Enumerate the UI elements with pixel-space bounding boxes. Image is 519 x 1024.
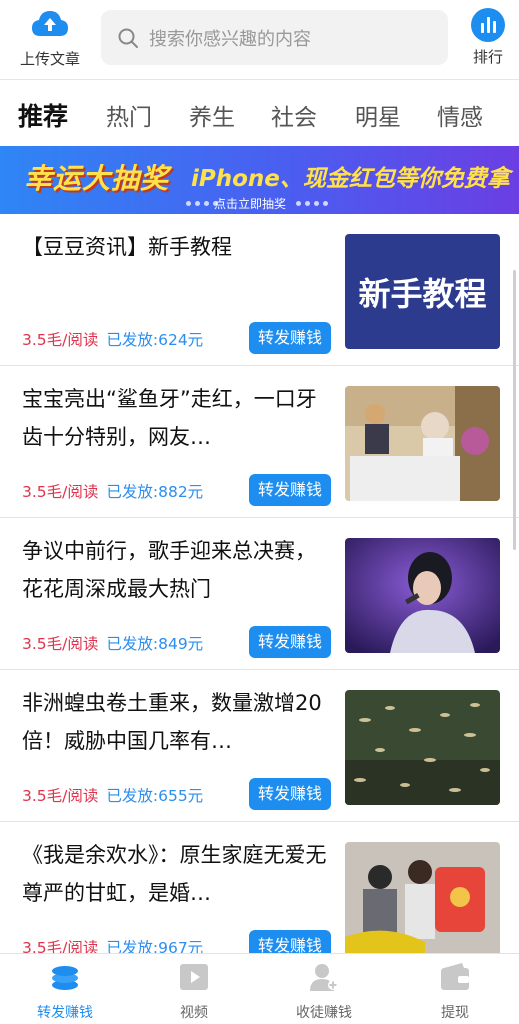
banner-subtitle: iPhone、现金红包等你免费拿 xyxy=(191,166,510,192)
article-thumbnail: 新手教程 xyxy=(345,234,500,349)
nav-video-label: 视频 xyxy=(180,1005,208,1021)
paid-amount: 已发放:849元 xyxy=(106,635,204,653)
top-header: 上传文章 搜索你感兴趣的内容 排行 xyxy=(0,0,519,80)
article-thumbnail xyxy=(345,538,500,653)
article-thumbnail xyxy=(345,690,500,805)
article-title: 争议中前行，歌手迎来总决赛，花花周深成最大热门 xyxy=(22,539,316,601)
category-tabs: 推荐 热门 养生 社会 明星 情感 xyxy=(0,80,519,146)
upload-article-button[interactable]: 上传文章 xyxy=(10,8,90,70)
bottom-nav: 转发赚钱 视频 收徒赚钱 提现 xyxy=(0,953,519,1024)
read-rate: 3.5毛/阅读 xyxy=(22,331,99,349)
cloud-upload-icon xyxy=(32,11,68,36)
read-rate: 3.5毛/阅读 xyxy=(22,635,99,653)
nav-recruit-earn[interactable]: 收徒赚钱 xyxy=(274,962,374,1022)
ranking-button[interactable]: 排行 xyxy=(462,8,514,70)
nav-withdraw[interactable]: 提现 xyxy=(405,962,505,1022)
nav-share-earn-label: 转发赚钱 xyxy=(37,1005,93,1021)
banner-dots-right xyxy=(296,201,328,206)
tab-emotion[interactable]: 情感 xyxy=(437,98,483,132)
lottery-banner[interactable]: 幸运大抽奖 iPhone、现金红包等你免费拿 点击立即抽奖 xyxy=(0,146,519,214)
paid-amount: 已发放:624元 xyxy=(106,331,204,349)
article-title: 非洲蝗虫卷土重来，数量激增20倍！威胁中国几率有… xyxy=(22,691,322,753)
article-meta: 3.5毛/阅读 已发放:655元 xyxy=(22,784,203,806)
article-title: 【豆豆资讯】新手教程 xyxy=(22,235,232,259)
paid-amount: 已发放:882元 xyxy=(106,483,204,501)
article-title: 《我是余欢水》：原生家庭无爱无尊严的甘虹，是婚… xyxy=(22,843,327,905)
banner-hint: 点击立即抽奖 xyxy=(214,197,287,211)
read-rate: 3.5毛/阅读 xyxy=(22,483,99,501)
nav-withdraw-label: 提现 xyxy=(441,1005,469,1021)
article-list: 【豆豆资讯】新手教程 3.5毛/阅读 已发放:624元 转发赚钱 新手教程 宝宝亮… xyxy=(0,214,519,974)
share-earn-button[interactable]: 转发赚钱 xyxy=(249,626,331,658)
user-add-icon xyxy=(310,964,338,991)
read-rate: 3.5毛/阅读 xyxy=(22,787,99,805)
nav-video[interactable]: 视频 xyxy=(144,962,244,1022)
article-thumbnail xyxy=(345,386,500,501)
article-title: 宝宝亮出“鲨鱼牙”走红，一口牙齿十分特别，网友… xyxy=(22,387,317,449)
play-video-icon xyxy=(180,964,208,990)
list-item[interactable]: 【豆豆资讯】新手教程 3.5毛/阅读 已发放:624元 转发赚钱 新手教程 xyxy=(0,214,519,366)
nav-recruit-earn-label: 收徒赚钱 xyxy=(296,1005,352,1021)
list-item[interactable]: 非洲蝗虫卷土重来，数量激增20倍！威胁中国几率有… 3.5毛/阅读 已发放:655… xyxy=(0,670,519,822)
paid-amount: 已发放:655元 xyxy=(106,787,204,805)
article-meta: 3.5毛/阅读 已发放:849元 xyxy=(22,632,203,654)
tab-recommend[interactable]: 推荐 xyxy=(18,97,68,133)
list-item[interactable]: 《我是余欢水》：原生家庭无爱无尊严的甘虹，是婚… 3.5毛/阅读 已发放:967元… xyxy=(0,822,519,974)
search-icon xyxy=(118,28,138,48)
article-meta: 3.5毛/阅读 已发放:624元 xyxy=(22,328,203,350)
article-meta: 3.5毛/阅读 已发放:882元 xyxy=(22,480,203,502)
scrollbar[interactable] xyxy=(513,270,516,550)
banner-title: 幸运大抽奖 xyxy=(24,162,170,195)
search-placeholder: 搜索你感兴趣的内容 xyxy=(149,28,311,50)
article-thumbnail xyxy=(345,842,500,957)
tab-society[interactable]: 社会 xyxy=(271,98,317,132)
tab-health[interactable]: 养生 xyxy=(189,98,235,132)
share-earn-button[interactable]: 转发赚钱 xyxy=(249,322,331,354)
list-item[interactable]: 宝宝亮出“鲨鱼牙”走红，一口牙齿十分特别，网友… 3.5毛/阅读 已发放:882元… xyxy=(0,366,519,518)
tab-celebrity[interactable]: 明星 xyxy=(355,98,401,132)
ranking-label: 排行 xyxy=(472,48,503,66)
tab-hot[interactable]: 热门 xyxy=(106,98,152,132)
coins-stack-icon xyxy=(52,966,78,990)
bar-chart-icon xyxy=(471,8,505,42)
upload-article-label: 上传文章 xyxy=(19,50,80,68)
list-item[interactable]: 争议中前行，歌手迎来总决赛，花花周深成最大热门 3.5毛/阅读 已发放:849元 … xyxy=(0,518,519,670)
share-earn-button[interactable]: 转发赚钱 xyxy=(249,474,331,506)
nav-share-earn[interactable]: 转发赚钱 xyxy=(15,962,115,1022)
search-input[interactable]: 搜索你感兴趣的内容 xyxy=(101,10,448,65)
wallet-icon xyxy=(441,963,469,990)
share-earn-button[interactable]: 转发赚钱 xyxy=(249,778,331,810)
